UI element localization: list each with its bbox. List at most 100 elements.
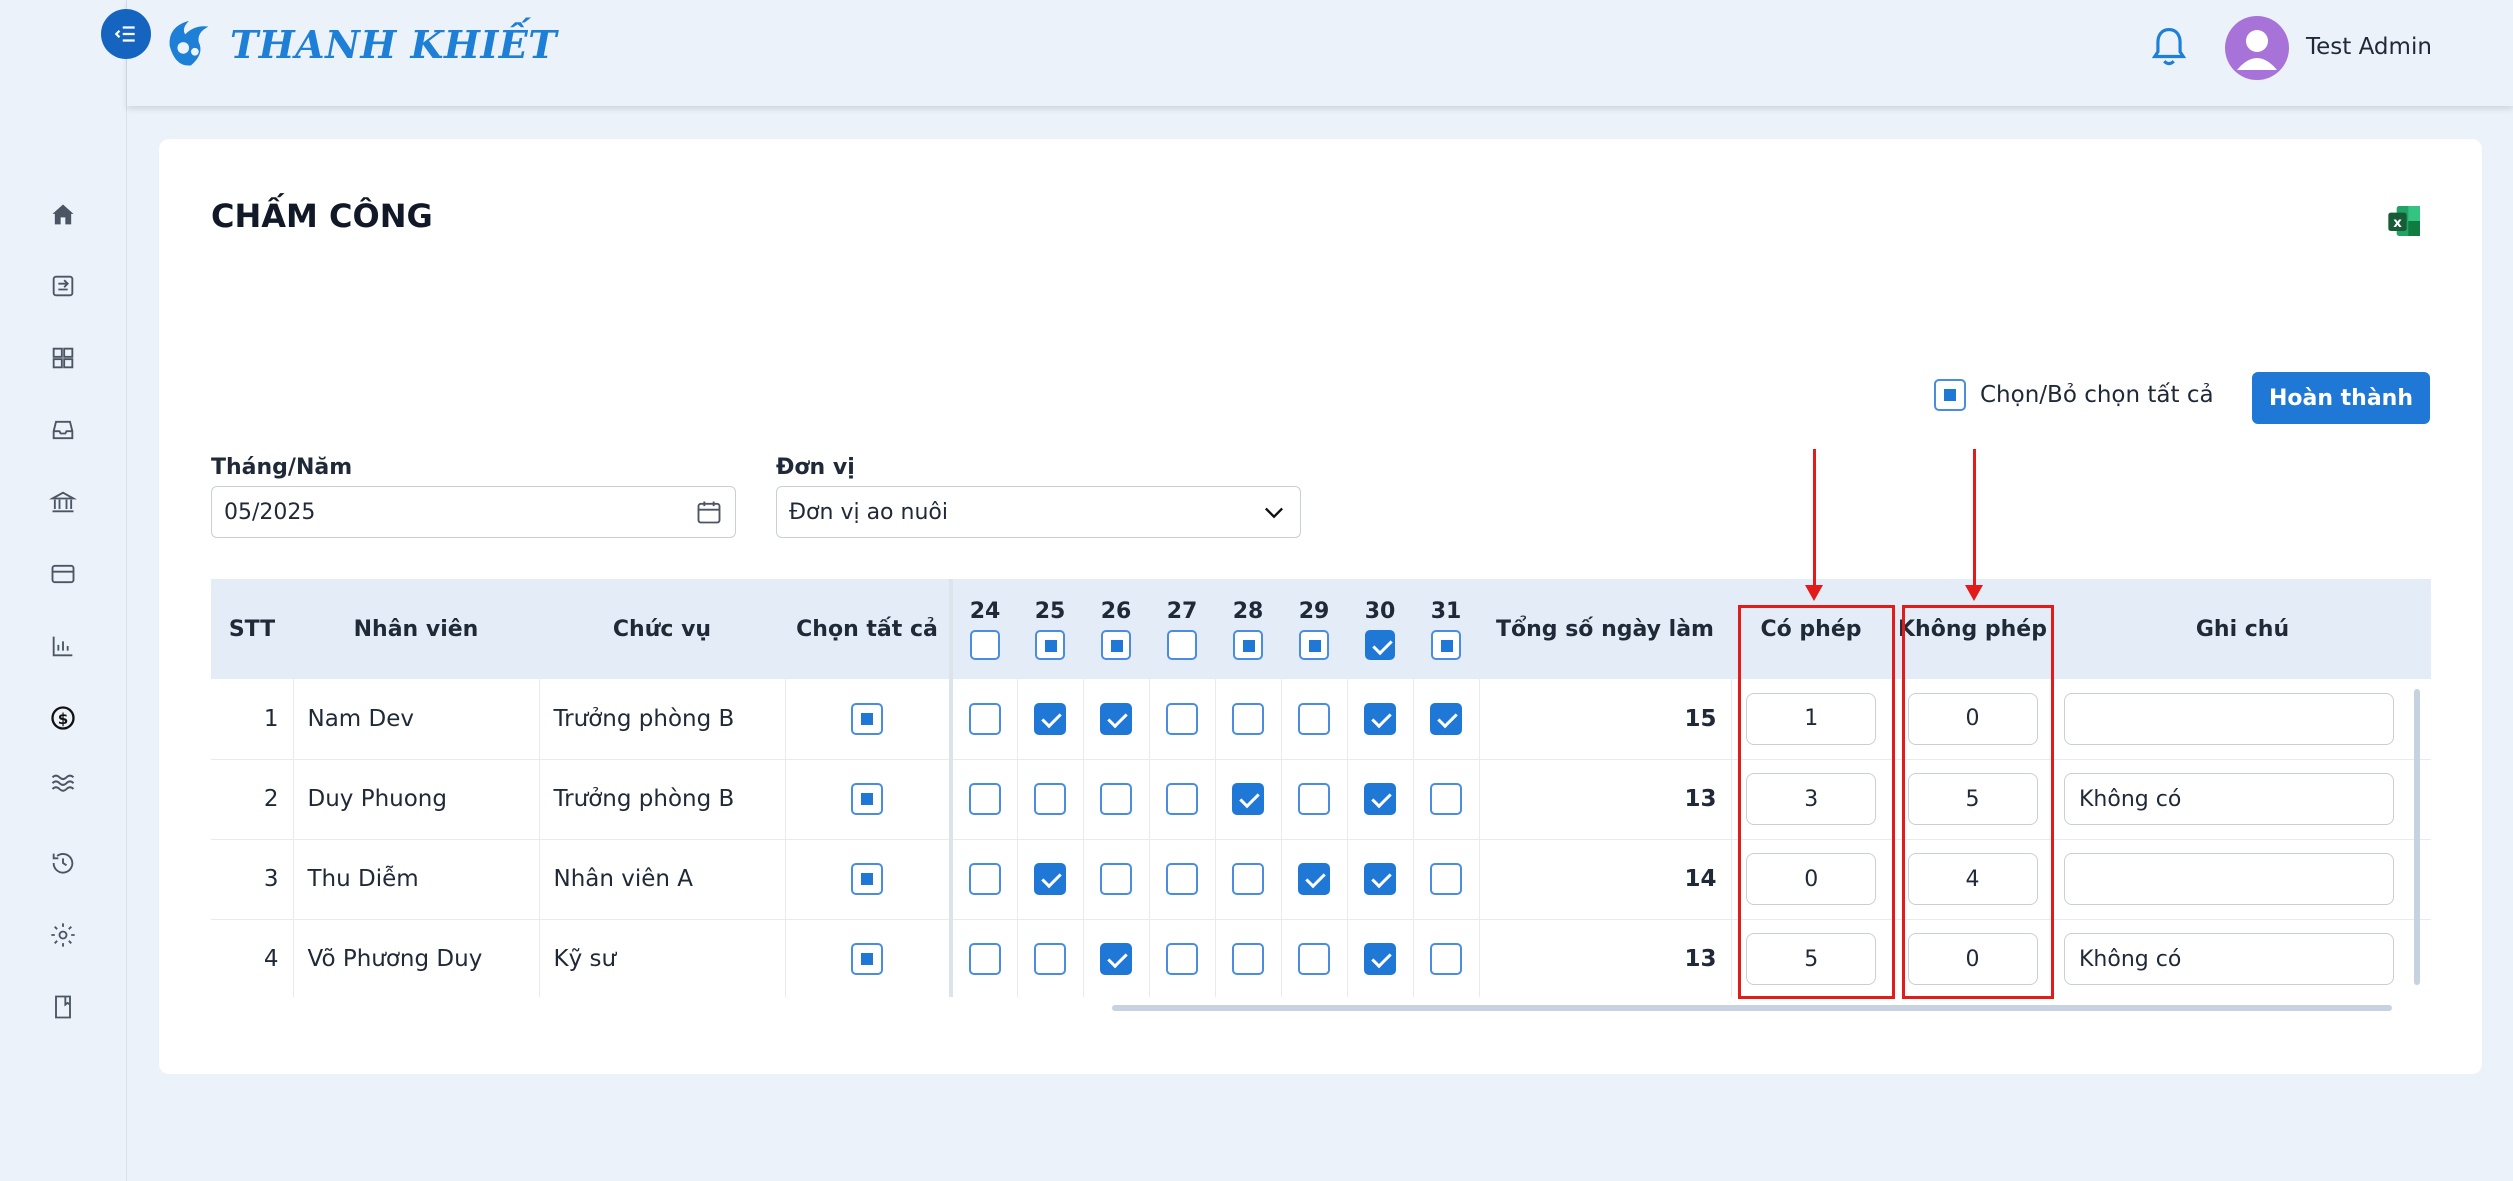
vertical-scrollbar[interactable] [2414,689,2420,985]
svg-text:$: $ [58,710,69,728]
day-30-checkbox[interactable] [1364,943,1396,975]
day-label: 30 [1364,598,1396,624]
day-select-all-checkbox[interactable] [1233,629,1263,660]
day-24-checkbox[interactable] [968,943,1001,975]
day-select-all-checkbox[interactable] [1167,629,1197,660]
table-row: 1 Nam Dev Trưởng phòng B 15 1 0 [211,679,2431,760]
waves-icon[interactable] [48,767,78,797]
day-select-all-checkbox[interactable] [1299,629,1329,660]
table-row: 2 Duy Phuong Trưởng phòng B 13 3 5 Không có [211,759,2431,840]
row-select-all-checkbox[interactable] [851,863,884,895]
day-29-checkbox[interactable] [1298,702,1330,735]
bank-icon[interactable] [48,487,78,517]
note-input[interactable]: Không có [2064,773,2394,825]
day-31-checkbox[interactable] [1430,863,1462,895]
day-cell [1347,839,1414,920]
total-days: 14 [1479,839,1732,920]
day-31-checkbox[interactable] [1430,702,1462,735]
note-input[interactable] [2064,692,2394,745]
day-30-checkbox[interactable] [1364,702,1396,735]
row-select-all-checkbox[interactable] [851,783,884,815]
day-cell [1413,679,1480,760]
home-icon[interactable] [48,200,78,230]
dollar-icon[interactable]: $ [48,703,78,733]
day-select-all-checkbox[interactable] [1101,629,1131,660]
day-select-all-checkbox[interactable] [1035,629,1065,660]
day-26-checkbox[interactable] [1100,783,1132,815]
day-24-checkbox[interactable] [968,783,1001,815]
day-cell [1281,679,1348,760]
day-25-checkbox[interactable] [1034,783,1066,815]
note-input[interactable]: Không có [2064,933,2394,985]
table-header-row: STT Nhân viên Chức vụ Chọn tất cả 24 25 26 27 28… [211,579,2431,679]
attendance-card: CHẤM CÔNG x Chọn/Bỏ chọn tất cả Hoàn thà… [159,139,2482,1074]
complete-button[interactable]: Hoàn thành [2252,372,2430,424]
settings-icon[interactable] [48,920,78,950]
day-26-checkbox[interactable] [1100,943,1132,975]
day-select-all-checkbox[interactable] [970,629,1000,660]
month-year-picker[interactable]: 05/2025 [211,486,736,538]
chart-icon[interactable] [48,631,78,661]
day-27-checkbox[interactable] [1166,943,1198,975]
row-select-all-cell [785,679,953,760]
note-input[interactable] [2064,853,2394,905]
day-29-checkbox[interactable] [1298,943,1330,975]
menu-toggle-button[interactable] [101,9,151,59]
employee-position: Kỹ sư [539,919,786,997]
day-cell [951,839,1018,920]
select-all-checkbox[interactable] [1934,379,1966,411]
day-cell [1215,839,1282,920]
user-avatar[interactable] [2225,16,2289,80]
day-28-checkbox[interactable] [1232,783,1264,815]
header-day-28: 28 [1215,579,1281,679]
select-all-toggle[interactable]: Chọn/Bỏ chọn tất cả [1934,379,2214,411]
day-cell [1215,759,1282,840]
employee-position: Trưởng phòng B [539,759,786,840]
notification-bell-icon[interactable] [2150,24,2188,74]
day-27-checkbox[interactable] [1166,863,1198,895]
table-row: 4 Võ Phương Duy Kỹ sư 13 5 0 Không có [211,919,2431,997]
day-25-checkbox[interactable] [1034,943,1066,975]
day-25-checkbox[interactable] [1034,863,1066,895]
day-24-checkbox[interactable] [968,702,1001,735]
row-select-all-checkbox[interactable] [851,702,884,735]
day-28-checkbox[interactable] [1232,863,1264,895]
excel-export-icon[interactable]: x [2385,201,2425,245]
grid-icon[interactable] [48,343,78,373]
unit-label: Đơn vị [776,455,855,480]
horizontal-scrollbar[interactable] [1112,1005,2392,1011]
total-days: 13 [1479,759,1732,840]
day-cell [1149,919,1216,997]
day-30-checkbox[interactable] [1364,863,1396,895]
day-29-checkbox[interactable] [1298,783,1330,815]
day-26-checkbox[interactable] [1100,702,1132,735]
day-cell [1413,839,1480,920]
book-icon[interactable] [48,992,78,1022]
day-select-all-checkbox[interactable] [1431,629,1461,660]
day-27-checkbox[interactable] [1166,702,1198,735]
inbox-icon[interactable] [48,415,78,445]
day-27-checkbox[interactable] [1166,783,1198,815]
day-cell [1281,759,1348,840]
day-label: 29 [1298,598,1330,624]
day-29-checkbox[interactable] [1298,863,1330,895]
transfer-icon[interactable] [48,271,78,301]
row-select-all-cell [785,839,953,920]
day-30-checkbox[interactable] [1364,783,1396,815]
history-icon[interactable] [48,848,78,878]
day-26-checkbox[interactable] [1100,863,1132,895]
day-31-checkbox[interactable] [1430,943,1462,975]
day-select-all-checkbox[interactable] [1365,629,1395,660]
day-28-checkbox[interactable] [1232,702,1264,735]
day-25-checkbox[interactable] [1034,702,1066,735]
day-28-checkbox[interactable] [1232,943,1264,975]
unit-select[interactable]: Đơn vị ao nuôi [776,486,1301,538]
month-value: 05/2025 [224,499,316,525]
day-cell [1347,679,1414,760]
row-select-all-checkbox[interactable] [851,943,884,975]
day-31-checkbox[interactable] [1430,783,1462,815]
day-24-checkbox[interactable] [968,863,1001,895]
day-cell [951,919,1018,997]
card-icon[interactable] [48,559,78,589]
brand-logo[interactable]: THANH KHIẾT [160,12,557,76]
